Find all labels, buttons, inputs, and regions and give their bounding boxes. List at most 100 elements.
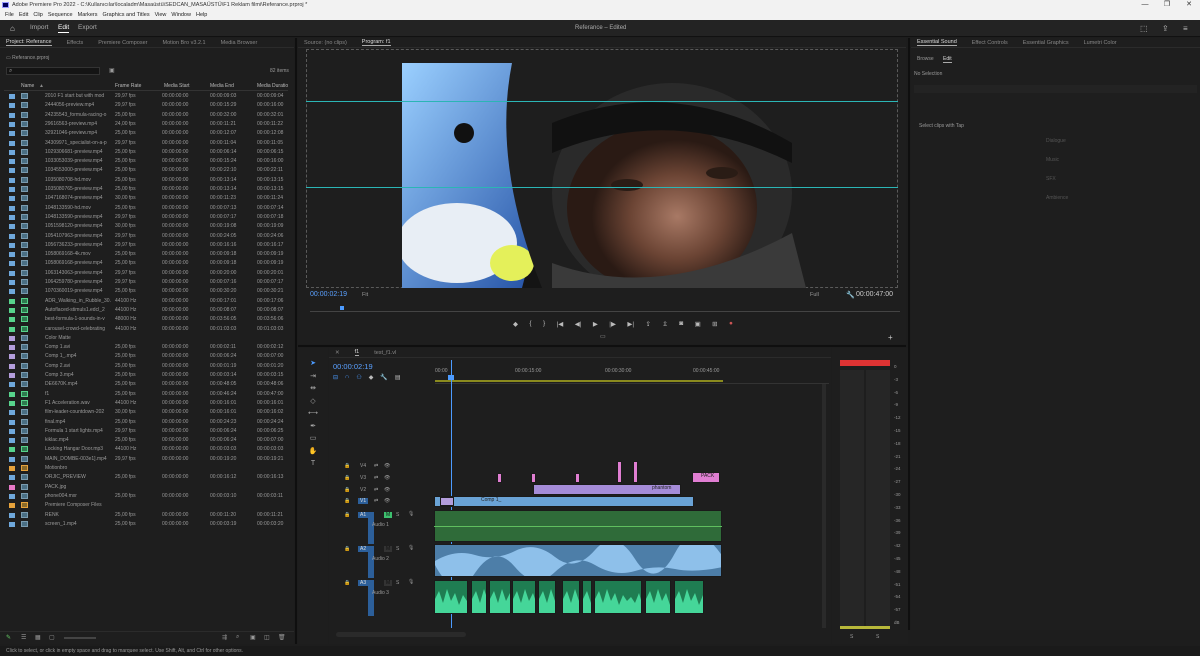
fullscreen-icon[interactable]: ⬚ (1140, 24, 1148, 33)
subtab-edit[interactable]: Edit (943, 56, 952, 63)
label-color-swatch[interactable] (9, 224, 15, 230)
quality-dropdown[interactable]: Full (810, 292, 819, 298)
label-color-swatch[interactable] (9, 475, 15, 481)
label-color-swatch[interactable] (9, 317, 15, 323)
tab-effect-controls[interactable]: Effect Controls (972, 40, 1008, 46)
col-media-duration[interactable]: Media Duratio (257, 83, 288, 89)
project-item[interactable]: final.mp4 25,00 fps 00:00:00:00 00:00:24:23… (4, 418, 288, 427)
label-color-swatch[interactable] (9, 438, 15, 444)
scrub-bar[interactable] (310, 311, 900, 312)
solo-left-button[interactable]: S (850, 634, 853, 640)
video-clip[interactable] (617, 461, 622, 483)
playhead-marker[interactable] (340, 306, 344, 310)
sfx-button[interactable]: SFX (1046, 176, 1056, 182)
label-color-swatch[interactable] (9, 159, 15, 165)
project-item[interactable]: screen_1.mp4 25,00 fps 00:00:00:00 00:00:03… (4, 520, 288, 529)
work-area-bar[interactable] (435, 380, 723, 382)
video-clip[interactable] (531, 473, 536, 483)
label-color-swatch[interactable] (9, 270, 15, 276)
comp-clip[interactable]: Comp 1_ (434, 496, 694, 507)
tab-source[interactable]: Source: (no clips) (304, 40, 347, 46)
vr-icon[interactable]: ⊞ (712, 320, 717, 330)
wrench-icon[interactable]: 🔧 (846, 291, 855, 299)
project-item[interactable]: phone004.mxr 25,00 fps 00:00:00:00 00:00:03… (4, 492, 288, 501)
add-button-icon[interactable]: + (888, 333, 893, 342)
track-select-tool-icon[interactable]: ⇥ (306, 371, 320, 384)
label-color-swatch[interactable] (9, 307, 15, 313)
list-view-icon[interactable]: ☰ (21, 634, 26, 641)
lock-icon[interactable]: 🔒 (344, 512, 350, 518)
project-item[interactable]: 2010 F1 start but with mod 29,97 fps 00:00… (4, 92, 288, 101)
automate-icon[interactable]: ⇶ (222, 634, 227, 641)
solo-button[interactable]: S (396, 580, 399, 586)
label-color-swatch[interactable] (9, 373, 15, 378)
tab-premiere-composer[interactable]: Premiere Composer (98, 40, 147, 46)
new-bin-icon[interactable]: ▣ (109, 67, 115, 74)
dialogue-button[interactable]: Dialogue (1046, 138, 1066, 144)
label-color-swatch[interactable] (9, 363, 15, 369)
ripple-edit-tool-icon[interactable]: ⇹ (306, 383, 320, 396)
fit-dropdown[interactable]: Fit (362, 292, 368, 298)
label-color-swatch[interactable] (9, 131, 15, 137)
audio-clip-3[interactable] (512, 580, 536, 614)
project-item[interactable]: 1035080708-hd.mov 25,00 fps 00:00:00:00 00:… (4, 176, 288, 185)
label-color-swatch[interactable] (9, 354, 15, 360)
snap-icon[interactable]: ∩ (345, 374, 349, 381)
project-item[interactable]: 1033053039-preview.mp4 25,00 fps 00:00:00:… (4, 157, 288, 166)
track-header-a2[interactable]: 🔒 A2 M S 🎙 Audio 2 (336, 545, 432, 578)
menu-file[interactable]: File (5, 12, 14, 18)
menu-edit[interactable]: Edit (19, 12, 28, 18)
label-color-swatch[interactable] (9, 512, 15, 518)
timeline-v-scrollbar[interactable] (822, 384, 826, 628)
go-to-in-icon[interactable]: |◀ (557, 320, 564, 330)
label-color-swatch[interactable] (9, 521, 15, 527)
solo-right-button[interactable]: S (876, 634, 879, 640)
lock-icon[interactable]: 🔒 (344, 475, 350, 481)
camera-icon[interactable]: ◙ (679, 320, 683, 330)
tab-essential-sound[interactable]: Essential Sound (917, 39, 957, 46)
marker-icon[interactable]: ◆ (513, 320, 518, 330)
sync-icon[interactable]: ⇄ (374, 498, 378, 504)
pack-clip[interactable]: PACK (692, 472, 720, 483)
ambience-button[interactable]: Ambience (1046, 195, 1068, 201)
label-color-swatch[interactable] (9, 298, 15, 304)
transition-clip[interactable] (440, 497, 454, 506)
track-target[interactable] (368, 512, 374, 544)
project-item[interactable]: 1048133590-preview.mp4 29,97 fps 00:00:00:… (4, 213, 288, 222)
track-id[interactable]: V1 (358, 498, 369, 504)
project-item[interactable]: 1064259780-preview.mp4 29,97 fps 00:00:00:… (4, 278, 288, 287)
lift-icon[interactable]: ⇪ (645, 320, 650, 330)
label-color-swatch[interactable] (9, 280, 15, 285)
project-item[interactable]: ADR_Walking_in_Rubble_30. 44100 Hz 00:00:0… (4, 297, 288, 306)
label-color-swatch[interactable] (9, 112, 15, 118)
project-item[interactable]: F1 Acceleration.wav 44100 Hz 00:00:00:00 00… (4, 399, 288, 408)
label-color-swatch[interactable] (9, 214, 15, 220)
project-item[interactable]: 1051598120-preview.mp4 30,00 fps 00:00:00:… (4, 222, 288, 231)
audio-clip-3[interactable] (538, 580, 556, 614)
volume-line[interactable] (434, 526, 722, 527)
menu-sequence[interactable]: Sequence (48, 12, 73, 18)
zoom-slider[interactable] (64, 637, 96, 639)
solo-button[interactable]: S (396, 512, 399, 518)
sync-icon[interactable]: ⇄ (374, 463, 378, 469)
audio-clip-3[interactable] (674, 580, 704, 614)
label-color-swatch[interactable] (9, 140, 15, 146)
freeform-view-icon[interactable]: ▢ (49, 634, 55, 641)
project-item[interactable]: 1034553000-preview.mp4 25,00 fps 00:00:00:… (4, 166, 288, 175)
hand-tool-icon[interactable]: ✋ (306, 446, 320, 459)
mark-in-icon[interactable]: { (529, 320, 531, 330)
label-color-swatch[interactable] (9, 382, 15, 388)
mute-button[interactable]: M (384, 512, 393, 518)
track-target[interactable] (368, 546, 374, 578)
label-color-swatch[interactable] (9, 196, 15, 202)
label-color-swatch[interactable] (9, 103, 15, 109)
project-item[interactable]: RENK 25,00 fps 00:00:00:00 00:00:11:20 00:00… (4, 511, 288, 520)
video-clip[interactable] (633, 461, 638, 483)
project-item[interactable]: 1063143063-preview.mp4 29,97 fps 00:00:00:… (4, 269, 288, 278)
eye-icon[interactable]: 👁 (384, 475, 390, 481)
video-clip[interactable] (575, 473, 580, 483)
eye-icon[interactable]: 👁 (384, 463, 390, 469)
track-id[interactable]: A2 (358, 546, 369, 552)
label-color-swatch[interactable] (9, 177, 15, 183)
slip-tool-icon[interactable]: ⟷ (306, 408, 320, 421)
